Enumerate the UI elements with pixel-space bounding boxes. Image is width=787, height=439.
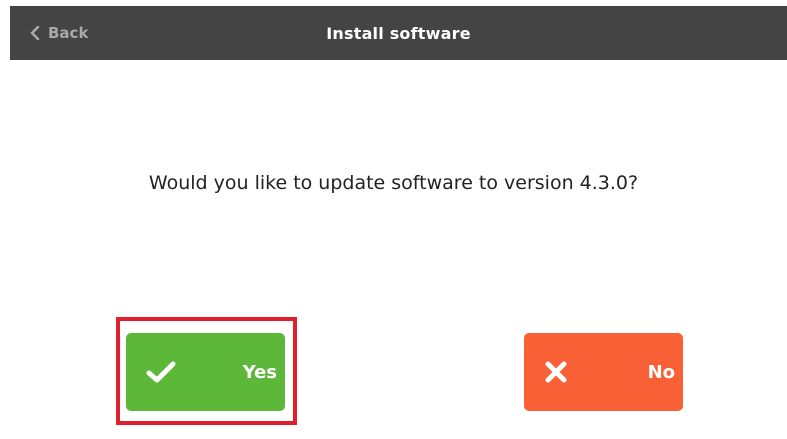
back-label: Back [48, 24, 89, 42]
yes-button[interactable]: Yes [126, 333, 285, 411]
yes-label: Yes [242, 361, 277, 383]
check-icon [146, 360, 176, 384]
close-icon [544, 360, 568, 384]
update-question: Would you like to update software to ver… [148, 172, 639, 194]
no-button[interactable]: No [524, 333, 683, 411]
top-bar: Back Install software [10, 6, 787, 60]
chevron-left-icon [30, 26, 40, 40]
no-label: No [647, 361, 675, 383]
page-title: Install software [326, 23, 471, 43]
install-software-screen: Back Install software Would you like to … [0, 0, 787, 439]
back-button[interactable]: Back [30, 6, 88, 60]
